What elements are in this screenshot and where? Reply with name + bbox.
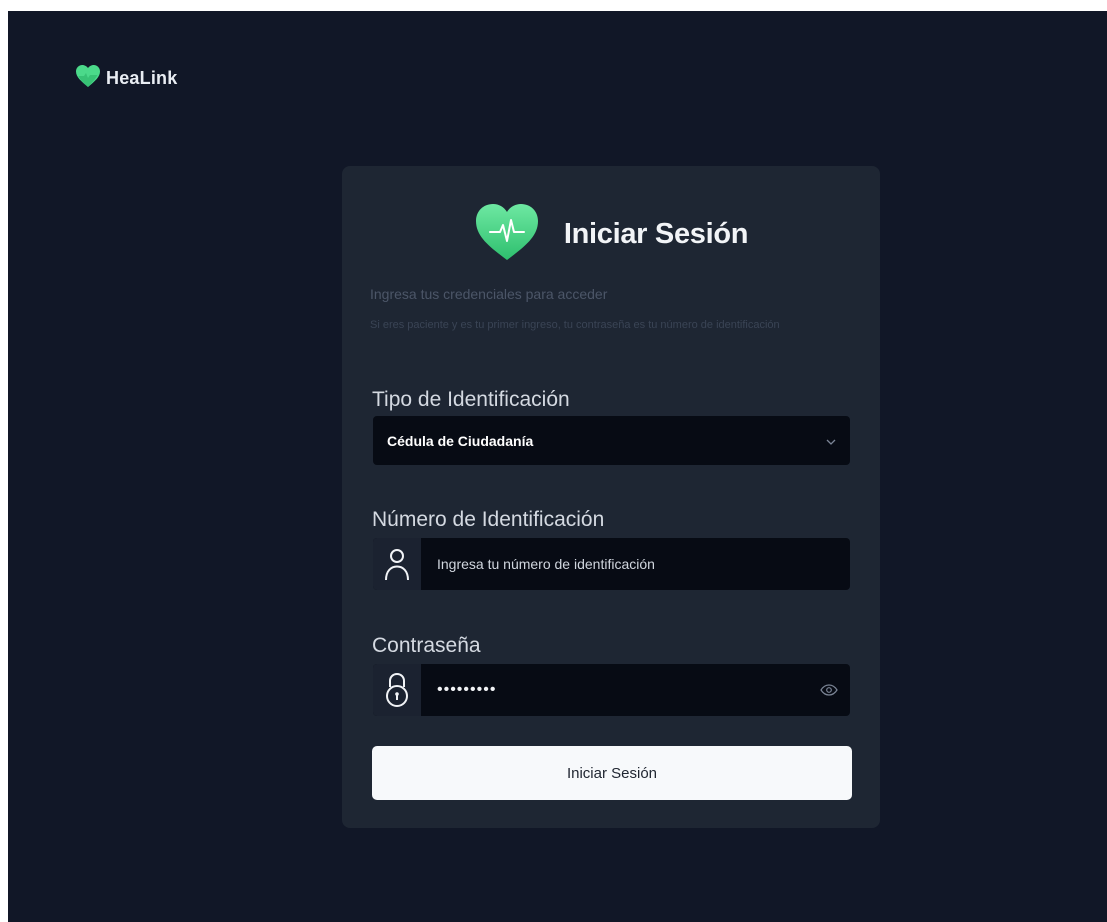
chevron-down-icon <box>826 432 836 450</box>
user-icon <box>373 538 421 590</box>
login-submit-button[interactable]: Iniciar Sesión <box>372 746 852 800</box>
heart-pulse-icon <box>474 202 540 267</box>
id-type-label: Tipo de Identificación <box>372 388 570 411</box>
eye-icon[interactable] <box>820 684 838 696</box>
login-header: Iniciar Sesión <box>342 202 880 267</box>
login-hint: Si eres paciente y es tu primer ingreso,… <box>370 319 780 331</box>
lock-icon <box>373 664 421 716</box>
login-card: Iniciar Sesión Ingresa tus credenciales … <box>342 166 880 828</box>
id-type-select[interactable]: Cédula de Ciudadanía <box>373 416 850 465</box>
login-title: Iniciar Sesión <box>563 218 749 250</box>
brand-name: HeaLink <box>106 68 178 88</box>
heart-icon <box>75 64 101 93</box>
login-subtitle: Ingresa tus credenciales para acceder <box>370 286 608 302</box>
password-label: Contraseña <box>372 634 481 657</box>
password-field <box>373 664 850 716</box>
password-input[interactable] <box>435 680 820 700</box>
id-number-field <box>373 538 850 590</box>
id-number-label: Número de Identificación <box>372 508 605 531</box>
id-number-input[interactable] <box>435 555 838 573</box>
app-background: HeaLink Iniciar Sesión Ingresa tus crede… <box>8 11 1107 922</box>
id-type-selected: Cédula de Ciudadanía <box>387 432 534 449</box>
brand-logo[interactable]: HeaLink <box>75 64 177 93</box>
